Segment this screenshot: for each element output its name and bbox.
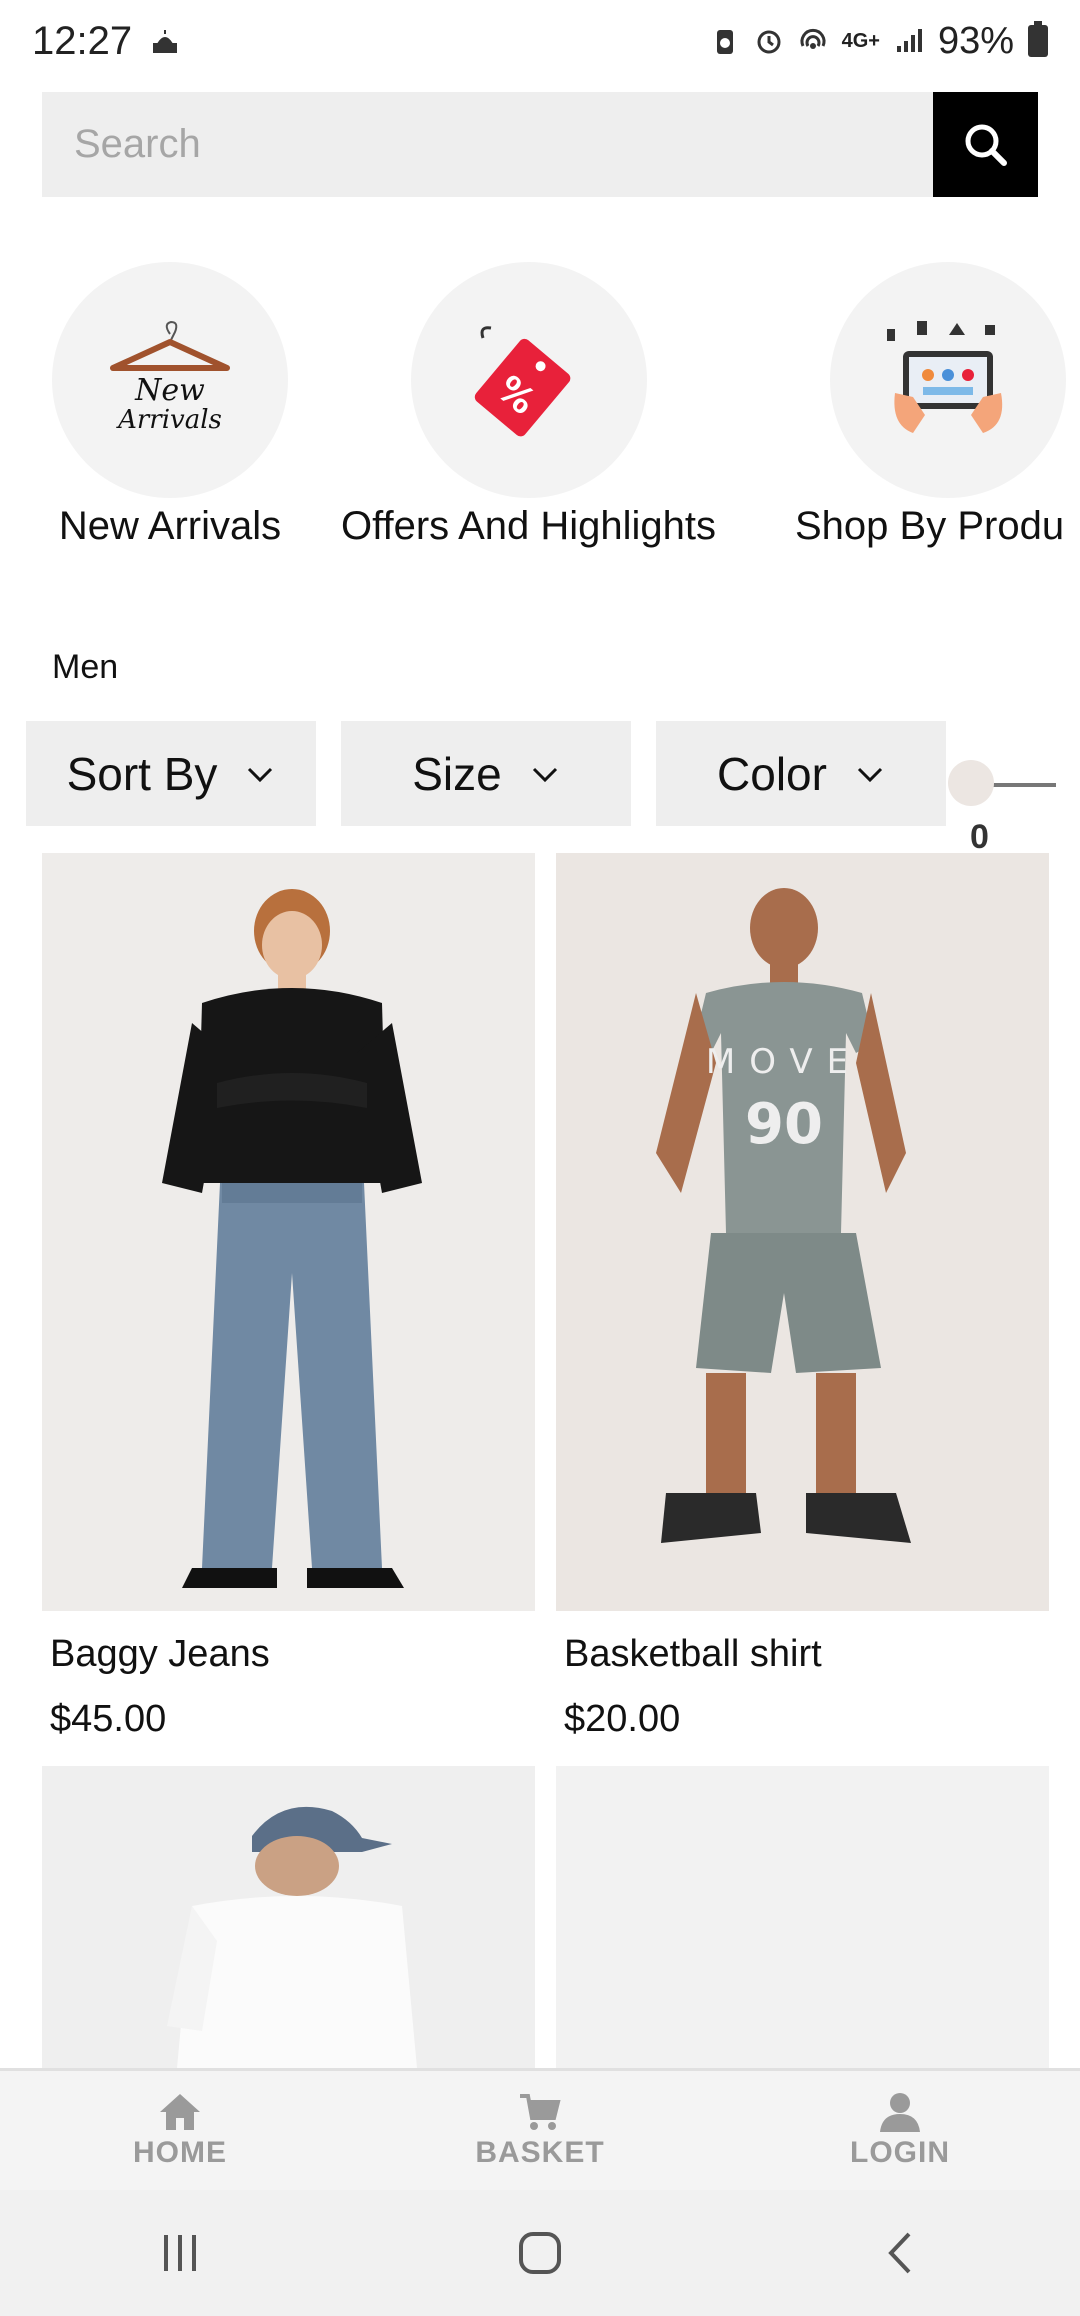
filter-label: Sort By — [66, 747, 218, 800]
category-offers[interactable]: % Offers And Highlights — [341, 262, 716, 549]
system-navigation — [0, 2190, 1080, 2316]
home-icon — [160, 2093, 200, 2130]
nav-label: HOME — [133, 2135, 227, 2169]
category-shop-by-product[interactable]: Shop By Produ — [795, 262, 1066, 549]
mosque-icon — [153, 30, 178, 53]
size-dropdown[interactable]: Size — [341, 721, 631, 826]
product-name[interactable]: Basketball shirt — [556, 1633, 1049, 1676]
home-square-icon — [519, 2232, 561, 2274]
product-card[interactable] — [556, 1766, 1049, 2068]
slider-track — [988, 783, 1056, 787]
clock: 12:27 — [32, 18, 133, 63]
discount-tag-icon: % — [474, 326, 570, 437]
category-image — [830, 262, 1066, 498]
model-cap-image — [42, 1766, 535, 2068]
status-bar: 12:27 4G+ 93% — [0, 0, 1080, 82]
battery-percent: 93% — [937, 19, 1014, 62]
slider-value: 0 — [970, 818, 989, 856]
home-system-button[interactable] — [500, 2223, 580, 2283]
price-slider[interactable] — [948, 760, 1058, 810]
chevron-down-icon — [857, 767, 883, 782]
product-card[interactable] — [42, 1766, 535, 2068]
category-image: % — [410, 262, 647, 498]
filter-label: Size — [412, 747, 502, 800]
sort-by-dropdown[interactable]: Sort By — [26, 721, 316, 826]
category-carousel[interactable]: New Arrivals New Arrivals % Offers And H… — [0, 262, 1080, 562]
search-input[interactable] — [42, 92, 933, 197]
product-name[interactable]: Baggy Jeans — [42, 1633, 535, 1676]
product-image[interactable] — [42, 853, 535, 1611]
nav-login[interactable]: LOGIN — [750, 2092, 1050, 2170]
svg-text:MOVE: MOVE — [706, 1042, 862, 1082]
model-basketball-image: MOVE 90 — [556, 853, 1049, 1611]
model-jeans-image — [42, 853, 535, 1611]
network-type: 4G+ — [841, 29, 880, 52]
product-image[interactable] — [42, 1766, 535, 2068]
product-price: $20.00 — [564, 1698, 681, 1740]
search-icon — [965, 124, 1007, 166]
product-price: $45.00 — [50, 1698, 167, 1740]
category-label: Offers And Highlights — [341, 504, 717, 548]
hanger-icon: New Arrivals — [110, 320, 230, 435]
hotspot-icon — [800, 28, 826, 49]
product-card[interactable]: Baggy Jeans $45.00 — [42, 853, 535, 1741]
slider-handle[interactable] — [948, 760, 994, 806]
tablet-shopping-icon — [887, 321, 1003, 433]
status-right: 4G+ 93% — [710, 20, 1048, 63]
signal-icon — [896, 29, 922, 52]
product-image[interactable]: MOVE 90 — [556, 853, 1049, 1611]
category-image: New Arrivals — [52, 262, 288, 498]
category-label: New Arrivals — [58, 504, 282, 548]
chevron-down-icon — [248, 767, 273, 782]
category-new-arrivals[interactable]: New Arrivals New Arrivals — [52, 262, 288, 549]
color-dropdown[interactable]: Color — [656, 721, 946, 826]
product-image-placeholder[interactable] — [556, 1766, 1049, 2068]
bottom-navigation: HOME BASKET LOGIN — [0, 2068, 1080, 2190]
svg-text:New: New — [134, 373, 205, 408]
alarm-icon — [757, 30, 781, 54]
recent-apps-icon — [164, 2235, 196, 2271]
battery-icon — [1028, 21, 1048, 57]
status-left: 12:27 — [32, 19, 180, 64]
nav-label: BASKET — [475, 2135, 605, 2169]
search-bar — [42, 92, 1038, 197]
svg-text:90: 90 — [745, 1092, 823, 1157]
svg-text:Arrivals: Arrivals — [116, 405, 222, 435]
back-button[interactable] — [860, 2223, 940, 2283]
nav-basket[interactable]: BASKET — [390, 2092, 690, 2170]
search-button[interactable] — [933, 92, 1038, 197]
section-title: Men — [52, 648, 119, 686]
nav-home[interactable]: HOME — [30, 2092, 330, 2170]
recycle-battery-icon — [716, 30, 733, 54]
recent-apps-button[interactable] — [140, 2223, 220, 2283]
user-icon — [880, 2092, 920, 2132]
back-icon — [888, 2232, 911, 2274]
filter-label: Color — [717, 747, 827, 800]
cart-icon — [520, 2093, 561, 2130]
category-label: Shop By Produ — [795, 504, 1065, 548]
chevron-down-icon — [532, 767, 557, 782]
nav-label: LOGIN — [850, 2135, 950, 2169]
product-card[interactable]: MOVE 90 Basketball shirt $20.00 — [556, 853, 1049, 1741]
